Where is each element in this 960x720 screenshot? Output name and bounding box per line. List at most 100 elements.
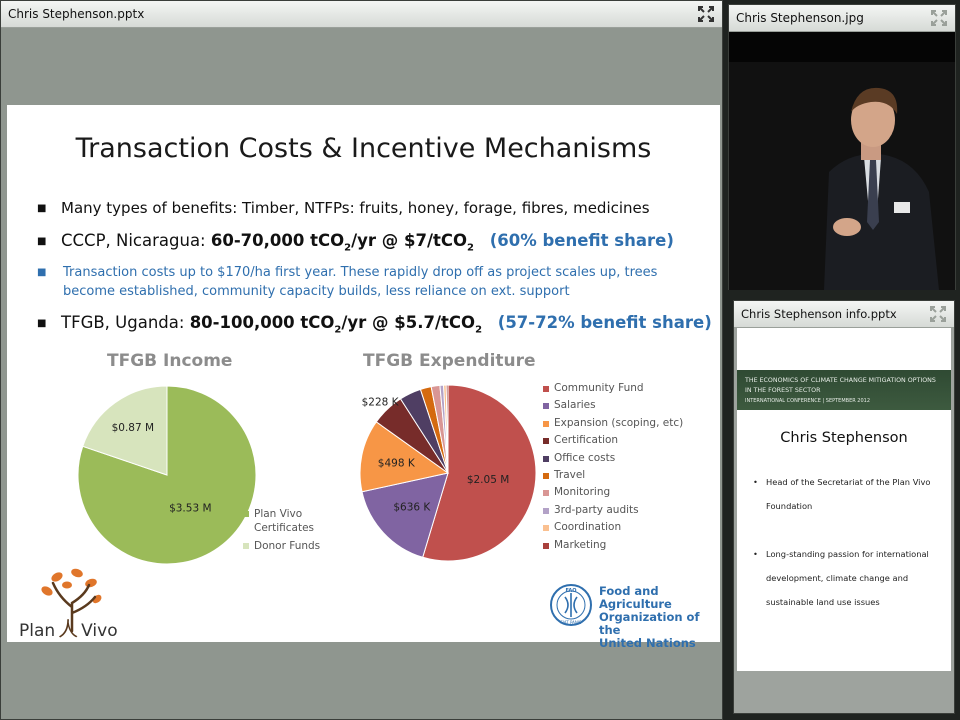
bullet-tfgb: ■ TFGB, Uganda: 80-100,000 tCO 2/yr @ $5.7… bbox=[37, 313, 712, 335]
legend-swatch bbox=[543, 490, 549, 497]
banner-line-1: THE ECONOMICS OF CLIMATE CHANGE MITIGATI… bbox=[745, 377, 936, 384]
cccp-sub-b: 2 bbox=[467, 242, 474, 254]
legend-swatch bbox=[543, 420, 549, 427]
plan-vivo-logo-text: Plan ⼈ Vivo bbox=[19, 617, 118, 641]
speaker-name: Chris Stephenson bbox=[780, 430, 908, 446]
legend-entry: 3rd-party audits bbox=[543, 504, 683, 521]
legend-swatch bbox=[543, 455, 549, 462]
bullet-marker: ■ bbox=[37, 267, 47, 278]
bullet-marker: • bbox=[753, 477, 758, 487]
cccp-price: /yr @ $7/tCO bbox=[351, 231, 467, 250]
expand-icon[interactable] bbox=[930, 306, 946, 322]
bullet-marker: ■ bbox=[37, 236, 47, 247]
tfgb-volume: 80-100,000 tCO bbox=[189, 313, 335, 332]
income-chart-title: TFGB Income bbox=[107, 351, 233, 371]
video-window-title: Chris Stephenson.jpg bbox=[736, 11, 864, 25]
expenditure-legend: Community Fund Salaries Expansion (scoping… bbox=[543, 382, 683, 556]
pie-data-label: $228 K bbox=[362, 397, 400, 409]
legend-label: Plan Vivo Certificates bbox=[254, 508, 315, 534]
bullet-transaction-costs: ■ Transaction costs up to $170/ha first y… bbox=[37, 263, 677, 301]
bullet-marker: ■ bbox=[37, 318, 47, 329]
pie-data-label: $498 K bbox=[378, 457, 416, 469]
main-window-title: Chris Stephenson.pptx bbox=[8, 7, 145, 21]
video-window: Chris Stephenson.jpg bbox=[728, 4, 956, 290]
main-slide-window: Chris Stephenson.pptx Transaction Costs … bbox=[0, 0, 723, 720]
legend-entry: Coordination bbox=[543, 521, 683, 538]
legend-swatch bbox=[543, 386, 549, 392]
legend-entry: Certification bbox=[543, 434, 683, 451]
legend-swatch bbox=[543, 403, 549, 410]
income-legend: Plan Vivo Certificates Donor Funds bbox=[243, 507, 333, 557]
svg-text:FIAT PANIS: FIAT PANIS bbox=[560, 620, 582, 625]
fao-line-3: United Nations bbox=[599, 636, 696, 650]
bullet-marker: ■ bbox=[37, 203, 47, 214]
legend-swatch bbox=[543, 438, 549, 445]
pie-data-label: $3.53 M bbox=[169, 503, 211, 515]
pie-data-label: $0.87 M bbox=[112, 422, 154, 434]
logo-vivo: Vivo bbox=[81, 621, 118, 641]
legend-swatch bbox=[543, 507, 549, 514]
info-bullet-passion-text: Long-standing passion for international … bbox=[766, 549, 929, 607]
tfgb-sub-b: 2 bbox=[475, 324, 483, 336]
info-bullet-role-text: Head of the Secretariat of the Plan Vivo… bbox=[766, 477, 931, 511]
logo-plan: Plan bbox=[19, 621, 56, 641]
cccp-share: (60% benefit share) bbox=[489, 231, 674, 250]
legend-swatch bbox=[543, 525, 549, 532]
info-window: Chris Stephenson info.pptx THE ECONOMICS… bbox=[733, 300, 955, 714]
tfgb-price: /yr @ $5.7/tCO bbox=[341, 313, 476, 332]
cccp-volume: 60-70,000 tCO bbox=[210, 231, 345, 250]
legend-entry: Plan Vivo Certificates bbox=[243, 507, 333, 535]
bullet-marker: • bbox=[753, 549, 758, 559]
banner-line-3: INTERNATIONAL CONFERENCE | SEPTEMBER 201… bbox=[745, 398, 871, 404]
legend-swatch bbox=[243, 511, 249, 517]
info-window-titlebar: Chris Stephenson info.pptx bbox=[734, 301, 954, 328]
legend-entry: Salaries bbox=[543, 399, 683, 416]
legend-swatch bbox=[543, 472, 549, 479]
legend-entry: Expansion (scoping, etc) bbox=[543, 417, 683, 434]
tfgb-prefix: TFGB, Uganda: bbox=[61, 313, 190, 332]
speaker-photo bbox=[729, 62, 955, 290]
legend-entry: Marketing bbox=[543, 539, 683, 556]
expenditure-pie-chart: $2.05 M $636 K $498 K $228 K bbox=[359, 384, 537, 562]
legend-label: Coordination bbox=[554, 521, 622, 534]
banner-line-2: IN THE FOREST SECTOR bbox=[745, 387, 821, 394]
tfgb-share: (57-72% benefit share) bbox=[497, 313, 712, 332]
legend-entry: Donor Funds bbox=[243, 539, 333, 553]
info-slide: THE ECONOMICS OF CLIMATE CHANGE MITIGATI… bbox=[737, 328, 951, 671]
legend-label: Donor Funds bbox=[254, 540, 321, 552]
main-window-titlebar: Chris Stephenson.pptx bbox=[1, 1, 722, 28]
legend-label: Marketing bbox=[554, 538, 607, 551]
pie-data-label: $2.05 M bbox=[467, 474, 509, 486]
fao-line-1: Food and Agriculture bbox=[599, 584, 672, 611]
conference-banner: THE ECONOMICS OF CLIMATE CHANGE MITIGATI… bbox=[737, 370, 951, 410]
legend-label: Expansion (scoping, etc) bbox=[554, 416, 684, 429]
legend-label: Certification bbox=[554, 434, 619, 447]
video-window-titlebar: Chris Stephenson.jpg bbox=[729, 5, 955, 32]
legend-label: Travel bbox=[554, 468, 586, 481]
bullet-benefits-text: Many types of benefits: Timber, NTFPs: f… bbox=[61, 199, 650, 217]
video-frame bbox=[729, 32, 955, 290]
income-pie-chart: $3.53 M $0.87 M bbox=[77, 385, 257, 565]
transaction-costs-text: Transaction costs up to $170/ha first ye… bbox=[63, 265, 658, 299]
legend-entry: Office costs bbox=[543, 452, 683, 469]
bullet-benefits: ■ Many types of benefits: Timber, NTFPs: … bbox=[37, 199, 650, 217]
legend-label: Office costs bbox=[554, 451, 616, 464]
legend-entry: Monitoring bbox=[543, 486, 683, 503]
info-bullet-passion: • Long-standing passion for internationa… bbox=[753, 542, 939, 614]
legend-entry: Community Fund bbox=[543, 382, 683, 399]
fao-name: Food and Agriculture Organization of the… bbox=[599, 585, 720, 650]
expand-icon[interactable] bbox=[698, 6, 714, 22]
presentation-slide: Transaction Costs & Incentive Mechanisms… bbox=[7, 105, 720, 650]
pie-data-label: $636 K bbox=[393, 501, 431, 513]
legend-swatch bbox=[543, 542, 549, 549]
legend-label: Monitoring bbox=[554, 486, 611, 499]
legend-label: Salaries bbox=[554, 399, 596, 412]
legend-label: Community Fund bbox=[554, 382, 644, 394]
legend-swatch bbox=[243, 543, 249, 549]
expand-icon[interactable] bbox=[931, 10, 947, 26]
bullet-cccp: ■ CCCP, Nicaragua: 60-70,000 tCO 2/yr @ $7… bbox=[37, 231, 674, 253]
slide-title: Transaction Costs & Incentive Mechanisms bbox=[75, 133, 652, 164]
legend-entry: Travel bbox=[543, 469, 683, 486]
fao-emblem-icon: FIAT PANIS FAO bbox=[550, 584, 592, 626]
info-bullet-role: • Head of the Secretariat of the Plan Vi… bbox=[753, 470, 939, 518]
